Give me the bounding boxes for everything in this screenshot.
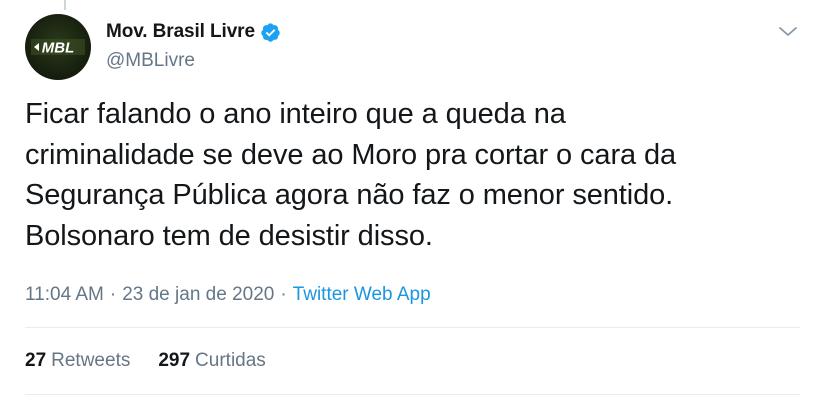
meta-separator: · (280, 284, 287, 305)
chevron-down-icon[interactable] (776, 20, 800, 44)
avatar[interactable]: MBL (25, 14, 91, 80)
likes-count: 297 (158, 350, 191, 371)
tweet-date[interactable]: 23 de jan de 2020 (122, 284, 274, 306)
tweet-time[interactable]: 11:04 AM (25, 284, 104, 306)
mbl-logo-avatar: MBL (31, 39, 85, 57)
retweets-count: 27 (25, 350, 47, 371)
divider (25, 327, 800, 328)
retweets-stat[interactable]: 27 Retweets (25, 350, 130, 372)
meta-separator: · (109, 284, 117, 305)
author-handle[interactable]: @MBLivre (106, 50, 195, 72)
divider (25, 394, 800, 395)
retweets-label: Retweets (51, 350, 131, 371)
author-display-name[interactable]: Mov. Brasil Livre (106, 21, 255, 43)
tweet-metadata: 11:04 AM · 23 de jan de 2020 · Twitter W… (25, 283, 431, 307)
likes-label: Curtidas (195, 350, 266, 371)
likes-stat[interactable]: 297 Curtidas (158, 350, 265, 372)
thread-connector-line (64, 0, 66, 10)
engagement-stats: 27 Retweets 297 Curtidas (25, 348, 294, 374)
tweet-text: Ficar falando o ano inteiro que a queda … (25, 98, 677, 252)
tweet-source-link[interactable]: Twitter Web App (293, 284, 431, 306)
avatar-logo-text: MBL (42, 40, 75, 57)
verified-badge-icon (260, 22, 281, 43)
author-name-row: Mov. Brasil Livre (106, 19, 281, 45)
